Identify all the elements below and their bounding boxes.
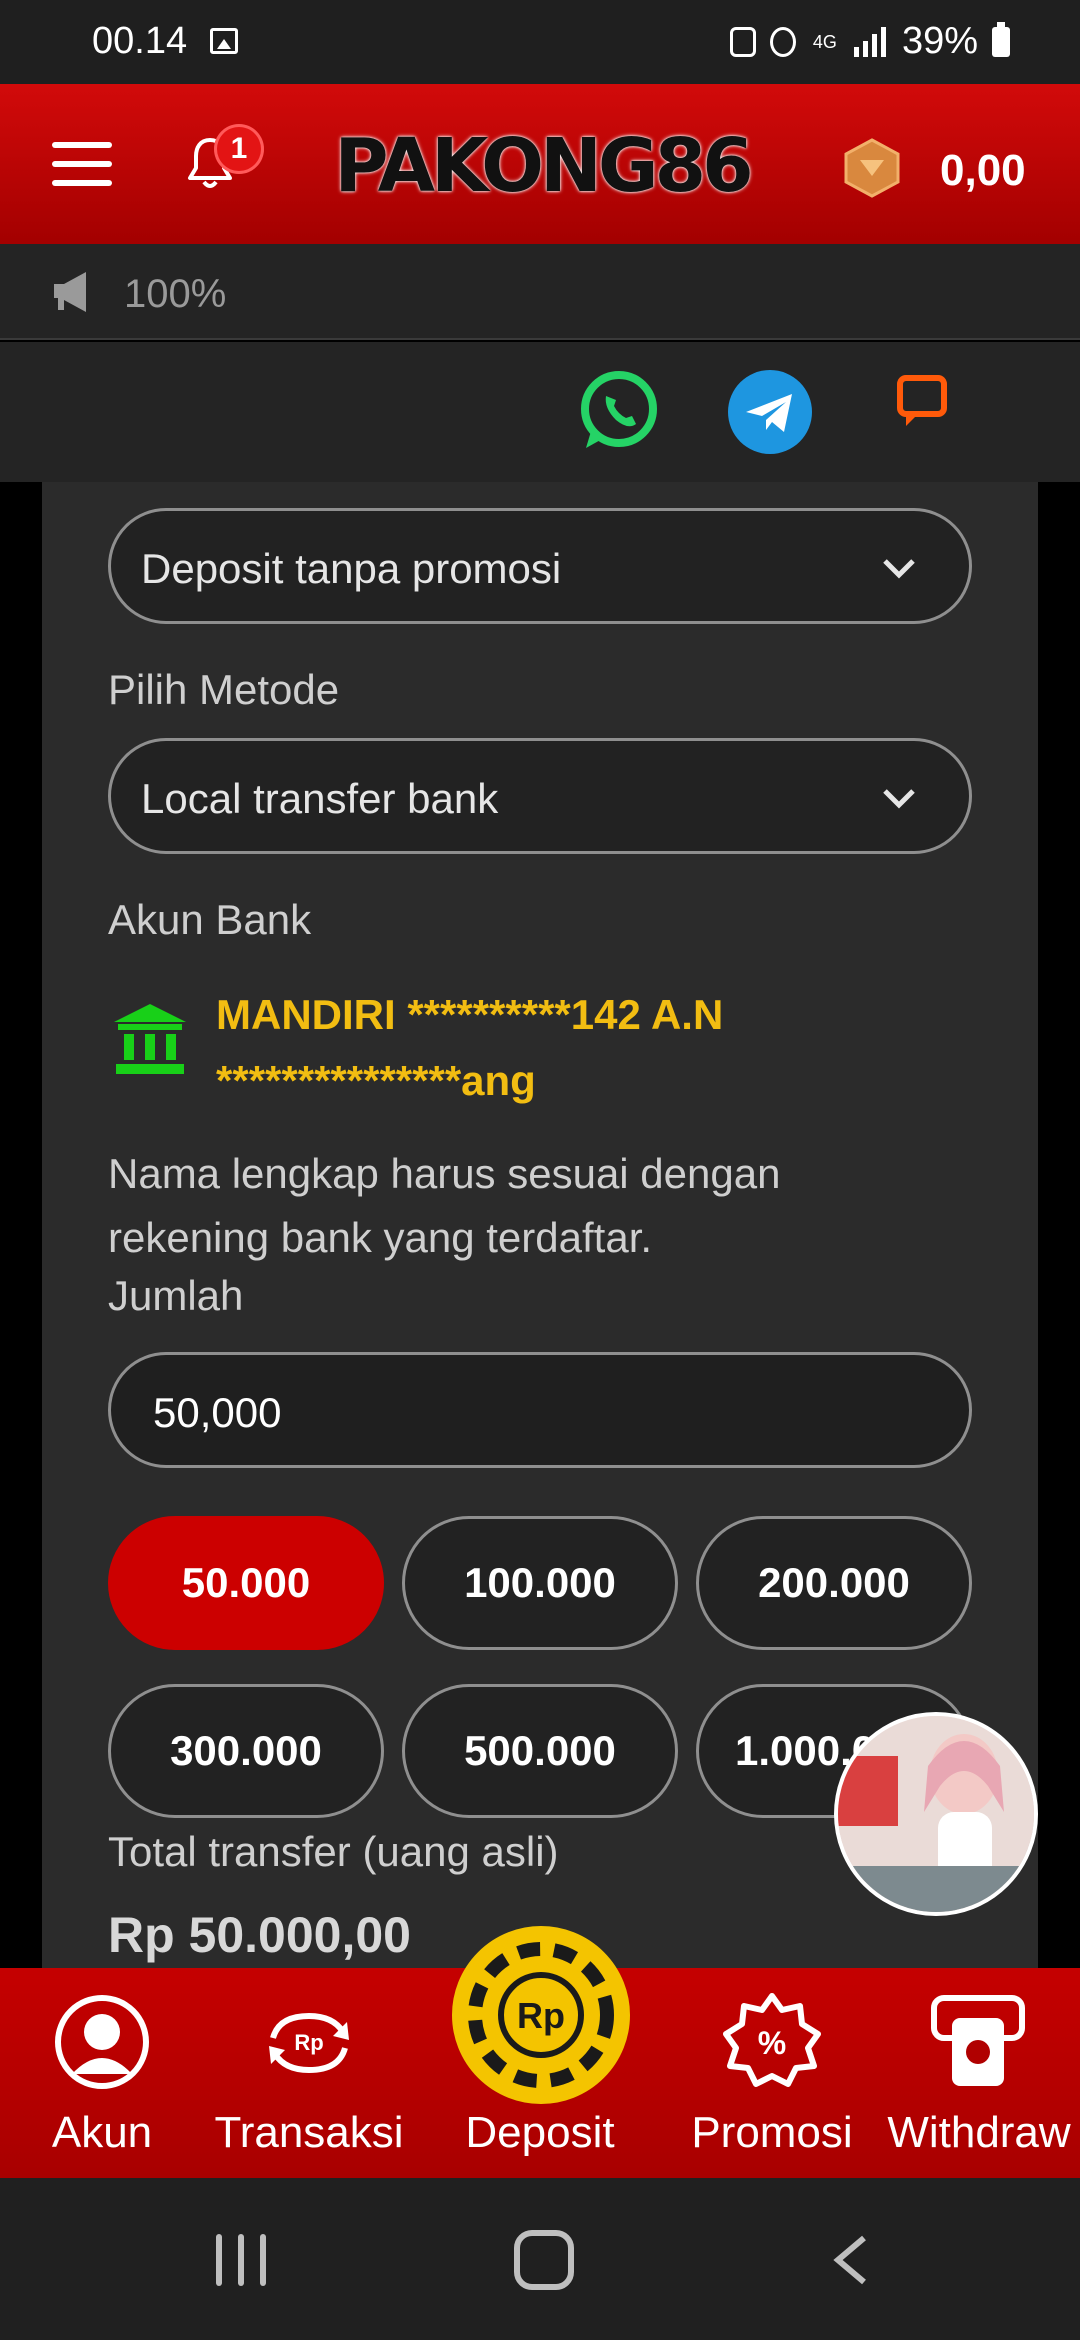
nav-transaksi[interactable]: Rp Transaksi (204, 1968, 414, 2178)
status-bar: 00.14 4G 39% (0, 0, 1080, 84)
status-time: 00.14 (92, 20, 188, 62)
svg-text:Rp: Rp (517, 1995, 565, 2036)
amount-chip-50000[interactable]: 50.000 (108, 1516, 384, 1650)
deposit-coin-icon[interactable]: Rp (452, 1926, 630, 2104)
svg-text:Rp: Rp (294, 2030, 323, 2055)
vip-coin-icon[interactable] (842, 138, 902, 198)
battery-percent: 39% (901, 20, 978, 62)
notification-badge: 1 (214, 124, 264, 174)
logo-text: PAKONG86 (334, 123, 753, 209)
amount-input-value: 50,000 (153, 1389, 282, 1436)
chevron-down-icon (883, 789, 915, 809)
nav-promosi[interactable]: % Promosi (666, 1968, 878, 2178)
total-transfer-label: Total transfer (uang asli) (108, 1828, 559, 1875)
nav-akun-label: Akun (51, 2108, 153, 2157)
recent-apps-icon[interactable] (216, 2234, 270, 2286)
amount-chip-500000[interactable]: 500.000 (402, 1684, 678, 1818)
alarm-icon (769, 26, 796, 57)
amount-chip-100000[interactable]: 100.000 (402, 1516, 678, 1650)
transaction-icon: Rp (269, 2012, 349, 2074)
amount-chip-300000[interactable]: 300.000 (108, 1684, 384, 1818)
bank-label: Akun Bank (108, 896, 312, 943)
back-icon[interactable] (830, 2234, 870, 2286)
battery-icon (992, 21, 1010, 57)
withdraw-icon (931, 1995, 1025, 2086)
brand-logo[interactable]: PAKONG86 (334, 114, 753, 218)
menu-icon[interactable] (52, 142, 112, 186)
chevron-down-icon (883, 559, 915, 579)
nav-withdraw-label: Withdraw (887, 2108, 1071, 2157)
megaphone-icon (52, 270, 96, 314)
image-notification-icon (210, 28, 238, 54)
nav-withdraw[interactable]: Withdraw (878, 1968, 1080, 2178)
bank-icon (114, 1004, 186, 1074)
livechat-icon[interactable] (896, 374, 948, 430)
amount-label: Jumlah (108, 1272, 244, 1319)
floating-agent-avatar[interactable] (834, 1712, 1038, 1916)
nav-akun[interactable]: Akun (0, 1968, 204, 2178)
total-transfer-value: Rp 50.000,00 (108, 1907, 411, 1963)
method-select-value: Local transfer bank (141, 775, 499, 822)
method-select[interactable]: Local transfer bank (108, 738, 972, 854)
app-header: 1 PAKONG86 0,00 (0, 84, 1080, 244)
promo-icon: % (723, 1993, 821, 2087)
amount-input[interactable]: 50,000 (108, 1352, 972, 1468)
promo-select[interactable]: Deposit tanpa promosi (108, 508, 972, 624)
nav-promosi-label: Promosi (691, 2108, 853, 2157)
announcement-text: 100% (124, 272, 227, 316)
telegram-icon[interactable] (728, 370, 812, 454)
method-label: Pilih Metode (108, 666, 340, 713)
data-saver-icon (729, 26, 756, 57)
user-icon (55, 1995, 149, 2089)
system-navigation-bar (0, 2178, 1080, 2340)
announcement-bar: 100% (0, 244, 1080, 340)
promo-select-value: Deposit tanpa promosi (141, 545, 562, 592)
status-icons: 4G 39% (729, 20, 1010, 63)
balance-amount: 0,00 (940, 146, 1026, 195)
nav-transaksi-label: Transaksi (214, 2108, 404, 2157)
nav-deposit-label: Deposit (465, 2108, 615, 2157)
network-type: 4G (812, 31, 837, 52)
svg-text:%: % (758, 2025, 786, 2061)
amount-chip-200000[interactable]: 200.000 (696, 1516, 972, 1650)
contact-row (0, 342, 1080, 482)
home-icon[interactable] (514, 2230, 574, 2290)
whatsapp-icon[interactable] (576, 368, 662, 454)
signal-icon (853, 26, 888, 57)
bank-account-info: MANDIRI **********142 A.N **************… (216, 991, 724, 1104)
account-name-note: Nama lengkap harus sesuai dengan rekenin… (108, 1150, 781, 1261)
